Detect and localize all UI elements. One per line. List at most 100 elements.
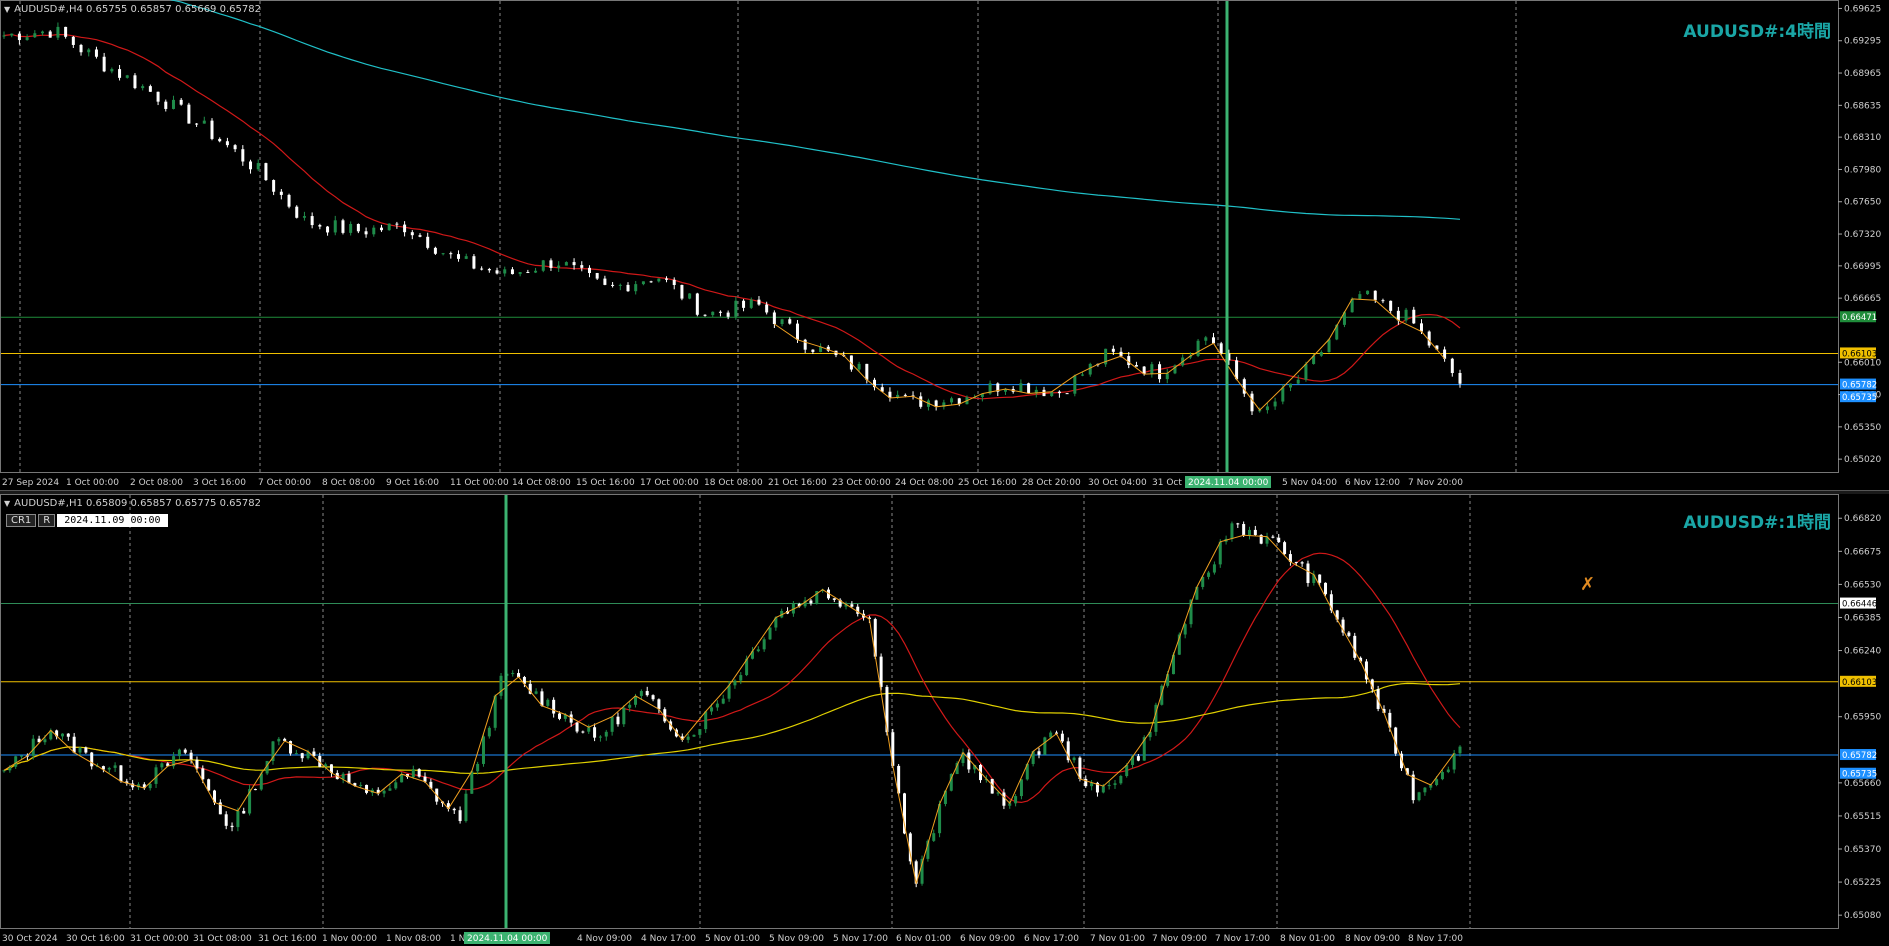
candle-body bbox=[1002, 792, 1006, 806]
candle-body bbox=[411, 769, 415, 778]
candle-body bbox=[803, 339, 807, 350]
candle-body bbox=[1250, 393, 1254, 412]
candle-body bbox=[433, 247, 437, 254]
candle-body bbox=[25, 37, 29, 41]
candle-body bbox=[1452, 753, 1456, 770]
candle-body bbox=[418, 235, 422, 237]
candle-body bbox=[618, 284, 622, 286]
candle-body bbox=[133, 75, 137, 89]
price-axis-label: 0.66385 bbox=[1844, 613, 1881, 623]
time-axis-label: 31 Oct 08:00 bbox=[193, 934, 252, 944]
moving-average-red bbox=[3, 33, 1461, 400]
candle-body bbox=[641, 281, 645, 285]
candle-body bbox=[1165, 373, 1169, 380]
candle-body bbox=[218, 138, 222, 142]
candle-body bbox=[66, 733, 70, 737]
candle-body bbox=[616, 716, 620, 725]
candle-body bbox=[1404, 309, 1408, 321]
candle-body bbox=[1306, 563, 1310, 584]
time-axis-label: 31 Oct bbox=[1152, 478, 1182, 488]
price-axis-label: 0.66675 bbox=[1844, 547, 1881, 557]
collapse-triangle-icon[interactable]: ▼ bbox=[4, 499, 10, 508]
collapse-triangle-icon[interactable]: ▼ bbox=[4, 5, 10, 14]
zigzag-indicator bbox=[3, 534, 1455, 884]
candle-body bbox=[727, 685, 731, 699]
candle-body bbox=[207, 779, 211, 791]
candle-body bbox=[87, 49, 91, 53]
candle-body bbox=[1265, 406, 1269, 411]
price-axis-label: 0.67320 bbox=[1844, 230, 1881, 240]
price-axis-label: 0.68965 bbox=[1844, 69, 1881, 79]
candle-body bbox=[110, 69, 114, 72]
candle-body bbox=[1458, 746, 1462, 754]
candle-body bbox=[721, 698, 725, 704]
candle-body bbox=[1127, 356, 1131, 366]
date-input[interactable]: 2024.11.09 00:00 bbox=[57, 514, 168, 527]
candle-body bbox=[534, 691, 538, 694]
time-axis-label: 7 Nov 01:00 bbox=[1090, 934, 1145, 944]
candle-body bbox=[333, 220, 337, 233]
candle-body bbox=[56, 26, 60, 38]
candle-body bbox=[1043, 737, 1047, 755]
price-axis-label: 0.66240 bbox=[1844, 647, 1881, 657]
candle-body bbox=[189, 752, 193, 760]
candle-body bbox=[1218, 541, 1222, 565]
candle-body bbox=[179, 99, 183, 105]
price-tag-label: 0.65782 bbox=[1842, 381, 1877, 391]
price-axis-label: 0.67980 bbox=[1844, 165, 1881, 175]
candle-body bbox=[183, 749, 187, 753]
r-button[interactable]: R bbox=[38, 514, 56, 527]
candle-body bbox=[1389, 300, 1393, 311]
candle-body bbox=[148, 783, 152, 789]
candle-body bbox=[1207, 572, 1211, 577]
candle-body bbox=[1300, 562, 1304, 564]
candle-body bbox=[171, 99, 175, 109]
candle-body bbox=[395, 223, 399, 225]
candle-body bbox=[470, 771, 474, 794]
candle-body bbox=[1417, 792, 1421, 801]
candle-body bbox=[1353, 635, 1357, 658]
candle-body bbox=[811, 349, 815, 352]
price-axis-label: 0.66820 bbox=[1844, 514, 1881, 524]
candle-body bbox=[318, 225, 322, 227]
candle-body bbox=[587, 267, 591, 274]
candle-body bbox=[372, 227, 376, 235]
price-axis-label: 0.68635 bbox=[1844, 101, 1881, 111]
candle-body bbox=[1450, 358, 1454, 374]
candle-body bbox=[657, 699, 661, 710]
price-tag-label: 0.65782 bbox=[1842, 751, 1877, 761]
candle-body bbox=[657, 278, 661, 282]
h4-chart-canvas[interactable]: 0.69625 0.69295 0.68965 0.68635 0.68310 0.679… bbox=[0, 0, 1889, 490]
h4-chart-header: ▼ AUDUSD#,H4 0.65755 0.65857 0.65669 0.65… bbox=[4, 4, 261, 15]
candle-body bbox=[452, 808, 456, 811]
candle-body bbox=[359, 784, 363, 786]
candle-body bbox=[593, 727, 597, 738]
candle-body bbox=[1435, 779, 1439, 786]
price-axis-label: 0.66995 bbox=[1844, 262, 1881, 272]
candle-body bbox=[349, 223, 353, 233]
candle-body bbox=[1037, 751, 1041, 755]
price-axis-label: 0.65225 bbox=[1844, 878, 1881, 888]
moving-average-yellow bbox=[3, 682, 1461, 775]
candle-body bbox=[1283, 542, 1287, 555]
cr1-button[interactable]: CR1 bbox=[6, 514, 37, 527]
candle-body bbox=[1211, 337, 1215, 344]
candle-body bbox=[1078, 757, 1082, 779]
time-axis-label: 30 Oct 2024 bbox=[2, 934, 58, 944]
candle-body bbox=[762, 639, 766, 650]
candle-body bbox=[1136, 756, 1140, 761]
time-axis-label: 15 Oct 16:00 bbox=[576, 478, 635, 488]
candle-body bbox=[733, 680, 737, 686]
candle-body bbox=[356, 223, 360, 232]
candle-body bbox=[780, 319, 784, 325]
candle-body bbox=[1423, 787, 1427, 793]
h1-chart-canvas[interactable]: 0.66820 0.66675 0.66530 0.66385 0.66240 0.659… bbox=[0, 494, 1889, 946]
candle-body bbox=[310, 216, 314, 226]
time-axis-label: 23 Oct 00:00 bbox=[832, 478, 891, 488]
h1-chart-panel[interactable]: 0.66820 0.66675 0.66530 0.66385 0.66240 0.659… bbox=[0, 494, 1889, 946]
candle-body bbox=[1294, 561, 1298, 563]
price-tag-label: 0.65735 bbox=[1842, 770, 1877, 780]
h4-chart-panel[interactable]: 0.69625 0.69295 0.68965 0.68635 0.68310 0.679… bbox=[0, 0, 1889, 490]
candle-body bbox=[595, 273, 599, 279]
time-axis-label: 3 Oct 16:00 bbox=[193, 478, 246, 488]
